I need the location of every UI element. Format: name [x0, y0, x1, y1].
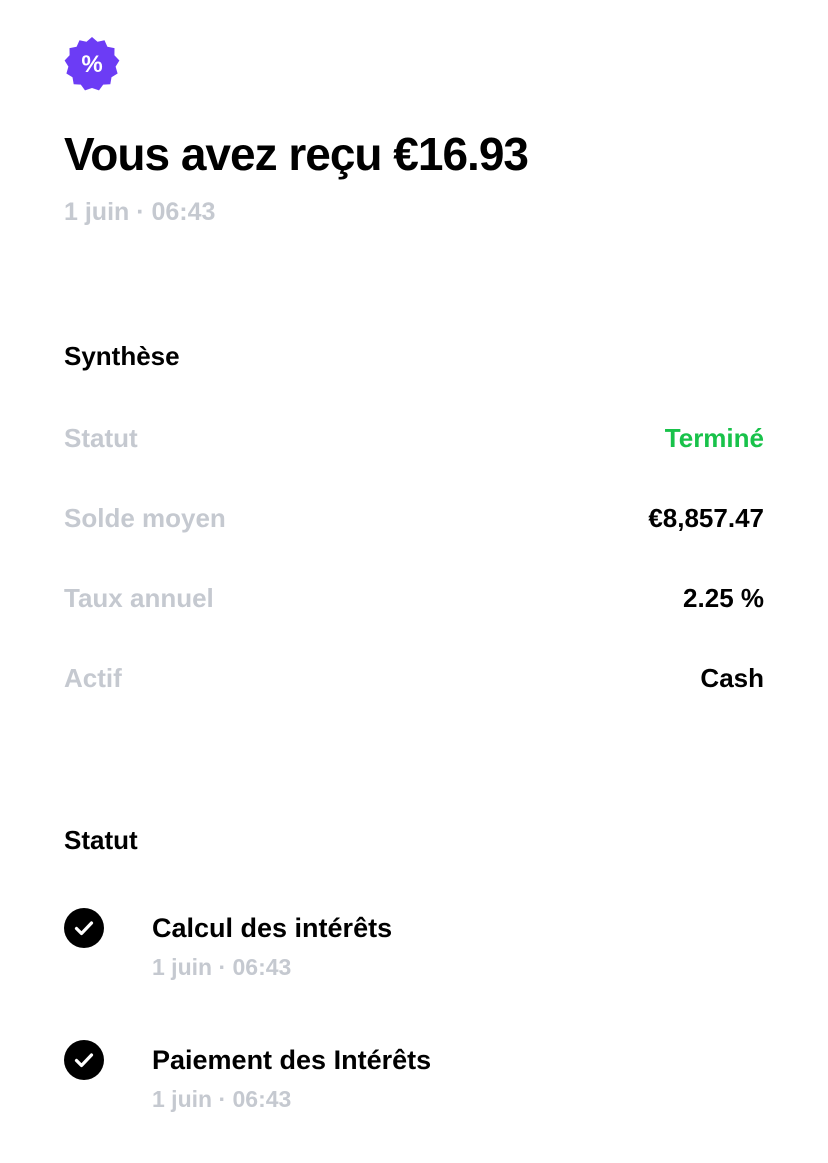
transaction-date: 1 juin · 06:43 [64, 198, 216, 226]
status-step-title: Calcul des intérêts [152, 913, 393, 943]
status-step-date: 1 juin · 06:43 [152, 1086, 292, 1112]
status-step-interest-calculation: Calcul des intérêts 1 juin · 06:43 [64, 908, 764, 998]
summary-label: Solde moyen [64, 502, 226, 533]
summary-value: €8,857.47 [648, 502, 764, 533]
summary-row-average-balance: Solde moyen €8,857.47 [64, 498, 764, 538]
summary-row-status: Statut Terminé [64, 418, 764, 458]
summary-value: Cash [700, 662, 764, 693]
check-circle-icon [64, 1040, 104, 1080]
percent-badge-icon: % [64, 36, 120, 92]
status-heading: Statut [64, 825, 138, 855]
status-step-title: Paiement des Intérêts [152, 1045, 432, 1075]
status-step-date: 1 juin · 06:43 [152, 954, 292, 980]
page-title: Vous avez reçu €16.93 [64, 128, 529, 180]
summary-label: Actif [64, 662, 122, 693]
status-badge: Terminé [664, 422, 764, 453]
summary-label: Taux annuel [64, 582, 214, 613]
summary-value: 2.25 % [683, 582, 764, 613]
status-step-interest-payment: Paiement des Intérêts 1 juin · 06:43 [64, 1040, 764, 1130]
summary-label: Statut [64, 422, 138, 453]
check-circle-icon [64, 908, 104, 948]
summary-heading: Synthèse [64, 341, 180, 371]
summary-row-asset: Actif Cash [64, 658, 764, 698]
transaction-detail: % Vous avez reçu €16.93 1 juin · 06:43 S… [64, 0, 764, 1163]
summary-row-annual-rate: Taux annuel 2.25 % [64, 578, 764, 618]
percent-symbol: % [81, 51, 102, 78]
